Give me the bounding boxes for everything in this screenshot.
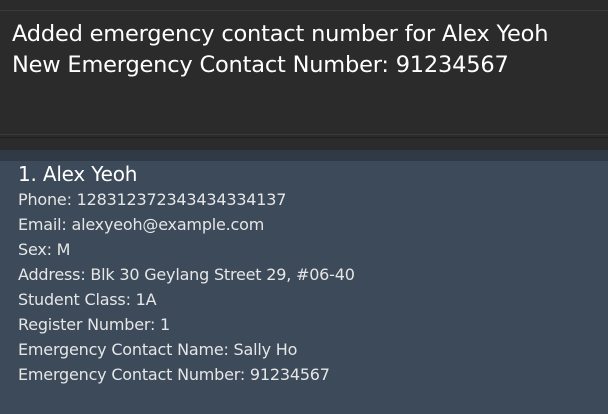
person-emergency-contact-number: Emergency Contact Number: 91234567 [18, 365, 330, 384]
result-bottom-divider-shadow [0, 137, 608, 138]
result-display-panel: Added emergency contact number for Alex … [0, 0, 608, 150]
result-bottom-divider [0, 134, 608, 135]
person-card-name: 1. Alex Yeoh [18, 162, 138, 186]
person-student-class: Student Class: 1A [18, 290, 157, 309]
person-address: Address: Blk 30 Geylang Street 29, #06-4… [18, 265, 355, 284]
app-window: Added emergency contact number for Alex … [0, 0, 608, 414]
result-line-1: Added emergency contact number for Alex … [12, 21, 549, 47]
person-register-number: Register Number: 1 [18, 315, 171, 334]
person-list-top-gap [0, 150, 608, 161]
person-sex: Sex: M [18, 240, 71, 259]
result-line-2: New Emergency Contact Number: 91234567 [12, 52, 509, 78]
person-email: Email: alexyeoh@example.com [18, 215, 265, 234]
person-emergency-contact-name: Emergency Contact Name: Sally Ho [18, 340, 298, 359]
result-top-divider [0, 10, 608, 11]
result-message[interactable]: Added emergency contact number for Alex … [12, 19, 549, 81]
person-card[interactable]: 1. Alex Yeoh Phone: 12831237234343433413… [0, 161, 608, 414]
person-phone: Phone: 128312372343434334137 [18, 190, 287, 209]
